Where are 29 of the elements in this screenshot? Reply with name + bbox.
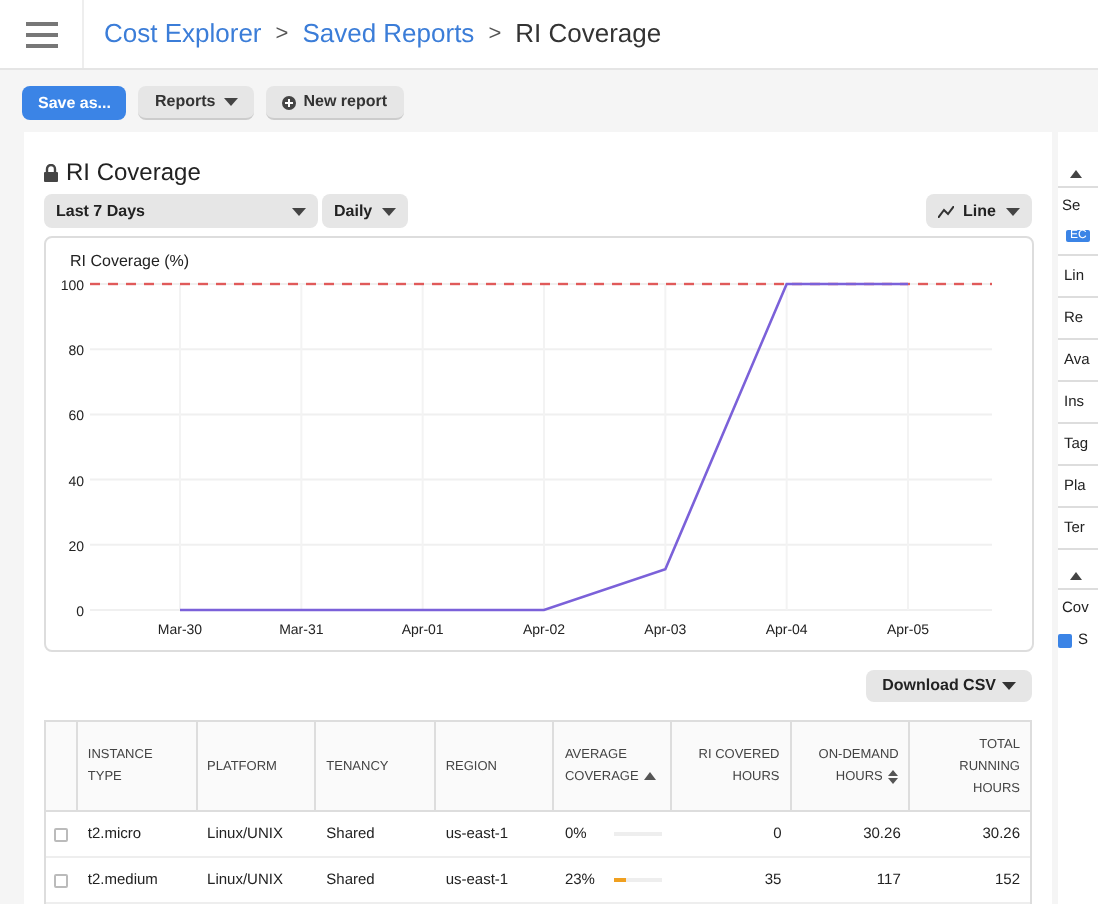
caret-icon xyxy=(292,207,306,215)
menu-icon[interactable] xyxy=(25,21,57,47)
row-checkbox[interactable] xyxy=(54,827,69,841)
chart-type-dropdown[interactable]: Line xyxy=(925,194,1032,228)
breadcrumb-link[interactable]: Cost Explorer xyxy=(104,14,262,54)
plus-circle-icon xyxy=(281,95,296,109)
caret-icon xyxy=(223,98,238,106)
report-title: RI Coverage xyxy=(66,156,201,190)
sort-ascending-icon[interactable] xyxy=(644,772,657,781)
breadcrumb-separator: > xyxy=(275,19,289,50)
row-checkbox[interactable] xyxy=(54,873,69,887)
breadcrumb-separator: > xyxy=(488,19,502,50)
download-csv-button[interactable]: Download CSV xyxy=(866,670,1032,702)
sort-icon[interactable] xyxy=(888,769,899,784)
date-range-dropdown[interactable]: Last 7 Days xyxy=(44,194,318,228)
chart-title: RI Coverage (%) xyxy=(70,252,190,270)
caret-icon xyxy=(382,207,397,215)
caret-icon xyxy=(1002,682,1016,690)
line-chart-icon xyxy=(937,205,954,217)
collapse-caret-icon[interactable] xyxy=(1070,571,1082,579)
breadcrumb-link[interactable]: Saved Reports xyxy=(302,14,475,54)
new-report-button[interactable]: New report xyxy=(265,86,404,120)
granularity-dropdown[interactable]: Daily xyxy=(322,194,409,228)
checkbox[interactable] xyxy=(1058,633,1072,647)
breadcrumb-current: RI Coverage xyxy=(515,16,662,53)
reports-dropdown-button[interactable]: Reports xyxy=(138,86,254,120)
save-as-button[interactable]: Save as... xyxy=(22,86,127,120)
caret-icon xyxy=(1006,207,1020,215)
collapse-caret-icon[interactable] xyxy=(1070,169,1082,177)
